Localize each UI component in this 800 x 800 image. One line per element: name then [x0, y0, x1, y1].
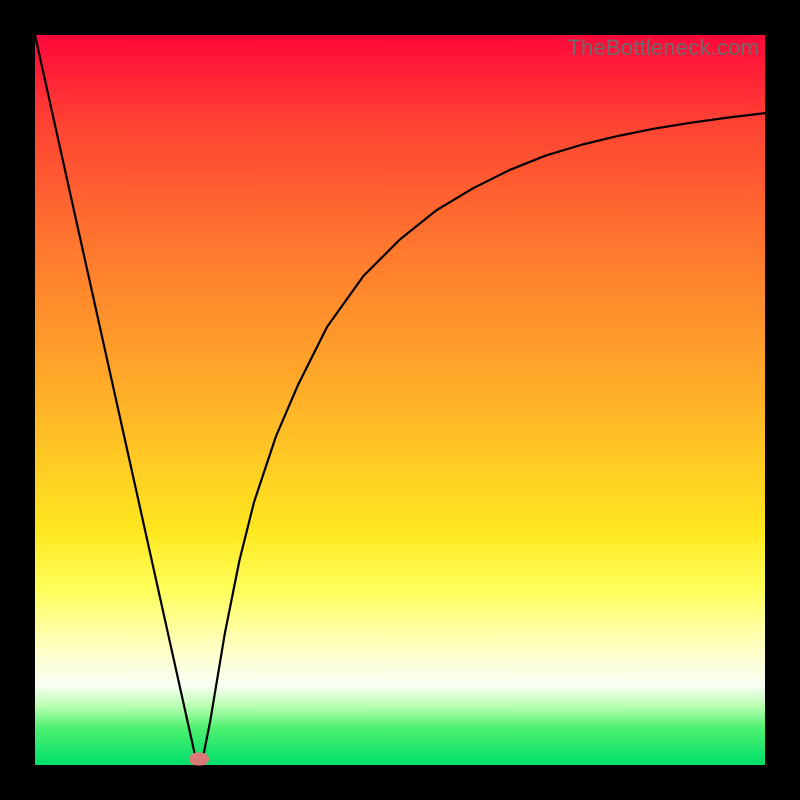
bottleneck-curve: [35, 35, 765, 765]
watermark-label: TheBottleneck.com: [567, 35, 759, 61]
optimum-marker: [189, 753, 209, 766]
chart-frame: TheBottleneck.com: [0, 0, 800, 800]
plot-area: TheBottleneck.com: [35, 35, 765, 765]
